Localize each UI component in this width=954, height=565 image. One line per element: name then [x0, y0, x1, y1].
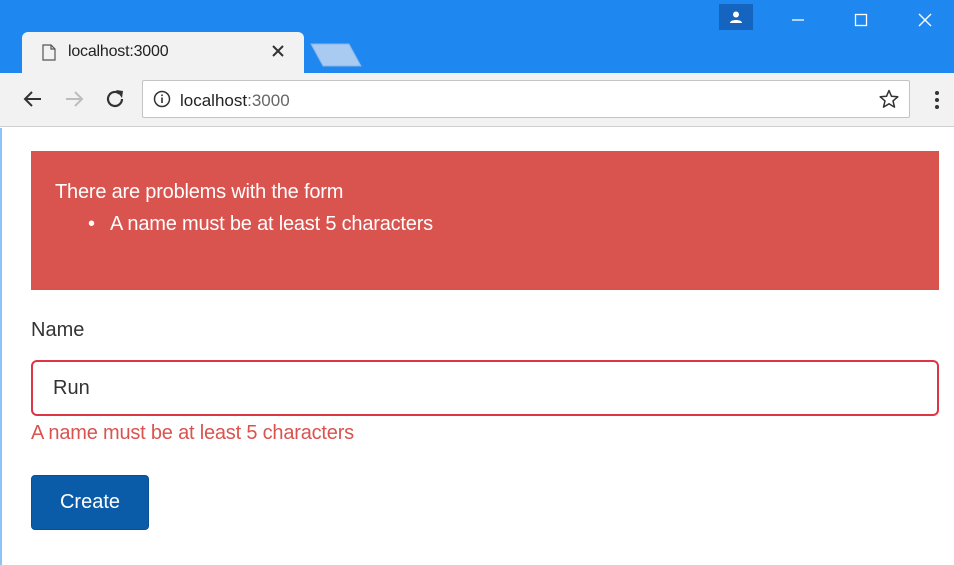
name-error-message: A name must be at least 5 characters: [31, 422, 354, 444]
bullet: •: [88, 213, 95, 235]
close-icon[interactable]: [267, 40, 289, 62]
name-label: Name: [31, 319, 85, 341]
back-arrow-icon: [23, 91, 41, 107]
maximize-icon: [854, 13, 868, 27]
error-summary-alert: There are problems with the form • A name…: [31, 151, 939, 290]
create-button[interactable]: Create: [31, 475, 149, 530]
profile-button[interactable]: [719, 4, 753, 30]
list-item: • A name must be at least 5 characters: [88, 213, 433, 236]
browser-tab[interactable]: localhost:3000: [22, 32, 304, 73]
url-host: localhost: [180, 91, 248, 110]
url-port: :3000: [247, 91, 290, 110]
window-edge: [0, 128, 2, 565]
info-icon[interactable]: [153, 90, 171, 108]
alert-list: • A name must be at least 5 characters: [88, 213, 433, 236]
tab-title: localhost:3000: [68, 43, 169, 60]
name-input[interactable]: [31, 360, 939, 416]
alert-title: There are problems with the form: [55, 181, 344, 203]
reload-icon: [106, 90, 124, 108]
page-content: There are problems with the form • A name…: [0, 128, 954, 565]
page-icon: [42, 44, 56, 61]
minimize-button[interactable]: [775, 6, 821, 34]
reload-button[interactable]: [103, 87, 127, 111]
maximize-button[interactable]: [838, 6, 884, 34]
close-window-icon: [918, 13, 932, 27]
menu-button[interactable]: [927, 87, 947, 113]
menu-icon: [935, 91, 939, 109]
forward-arrow-icon: [66, 91, 84, 107]
browser-title-bar: localhost:3000: [0, 0, 954, 73]
url-text: localhost:3000: [180, 91, 290, 111]
back-button[interactable]: [21, 87, 45, 111]
new-tab-button[interactable]: [309, 42, 363, 68]
forward-button[interactable]: [62, 87, 86, 111]
alert-item-text: A name must be at least 5 characters: [110, 213, 433, 235]
close-window-button[interactable]: [902, 6, 948, 34]
address-bar[interactable]: localhost:3000: [142, 80, 910, 118]
star-icon[interactable]: [879, 89, 899, 109]
browser-toolbar: localhost:3000: [0, 73, 954, 127]
minimize-icon: [792, 19, 804, 21]
profile-icon: [730, 11, 742, 23]
